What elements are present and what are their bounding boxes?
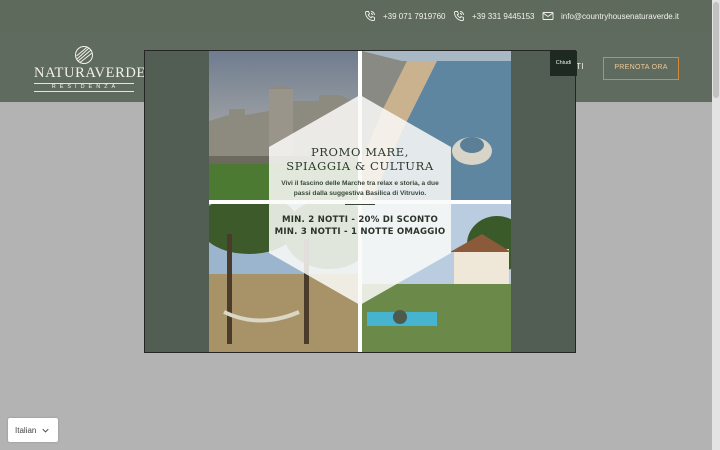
top-contact-bar: +39 071 7919760 +39 331 9445153 info@cou… [0,0,712,33]
site-logo[interactable]: NATURAVERDE RESIDENZA [34,45,146,92]
scrollbar[interactable] [712,0,720,450]
phone-link-2[interactable]: +39 331 9445153 [453,10,535,22]
language-selector[interactable]: Italian [8,418,58,442]
logo-name: NATURAVERDE [34,65,146,81]
scrollbar-thumb[interactable] [713,2,719,98]
phone-1-text: +39 071 7919760 [383,11,446,21]
mail-icon [542,12,554,20]
logo-leaf-icon [75,46,93,64]
chevron-down-icon [42,428,50,433]
phone-icon [365,11,375,21]
phone-icon [454,11,464,21]
promo-offer-line-1: MIN. 2 NOTTI - 20% DI SCONTO [282,215,438,225]
promo-description: Vivi il fascino delle Marche tra relax e… [281,180,439,197]
promo-title-line-2: SPIAGGIA & CULTURA [286,159,434,173]
close-button[interactable]: Chiudi [550,51,577,76]
email-text: info@countryhousenaturaverde.it [561,11,679,21]
promo-text-block: PROMO MARE, SPIAGGIA & CULTURA Vivi il f… [274,145,446,238]
email-link[interactable]: info@countryhousenaturaverde.it [542,10,679,22]
nav-item-partial[interactable]: TI [576,62,584,71]
language-value: Italian [15,425,37,435]
promo-divider [345,204,375,205]
logo-subtitle: RESIDENZA [34,83,134,92]
promo-title-line-1: PROMO MARE, [310,145,410,159]
promo-offer-line-2: MIN. 3 NOTTI - 1 NOTTE OMAGGIO [274,227,446,237]
book-now-button[interactable]: PRENOTA ORA [603,57,679,80]
promo-image: PROMO MARE, SPIAGGIA & CULTURA Vivi il f… [209,51,511,352]
phone-link-1[interactable]: +39 071 7919760 [364,10,446,22]
phone-2-text: +39 331 9445153 [472,11,535,21]
